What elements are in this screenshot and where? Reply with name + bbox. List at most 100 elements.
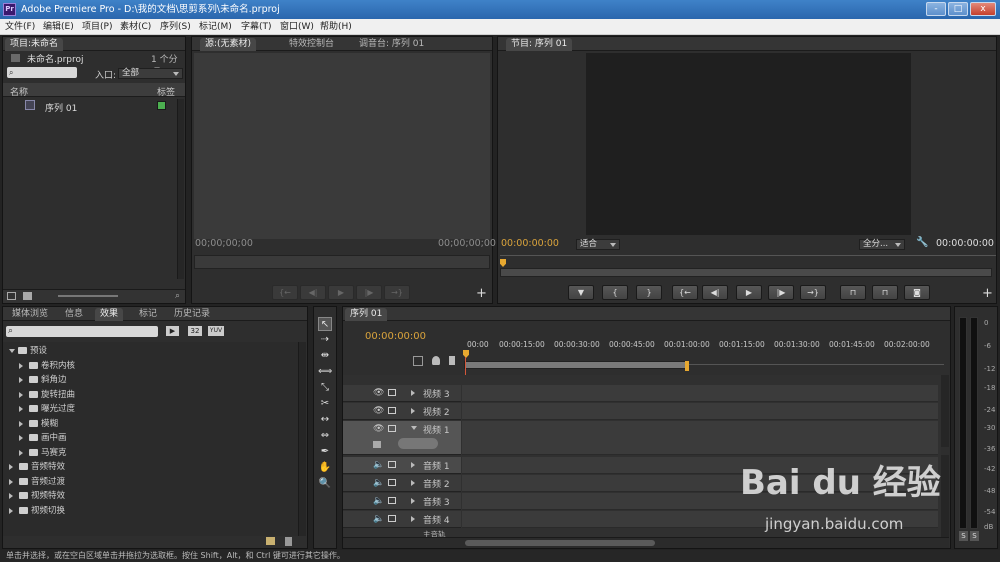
rolling-edit-tool-icon[interactable]: ⟺ (318, 365, 332, 379)
selection-tool-icon[interactable]: ↖ (318, 317, 332, 331)
go-to-out-button[interactable]: →} (800, 285, 826, 300)
solo-right-button[interactable]: S (970, 531, 979, 541)
mark-in-button[interactable]: { (602, 285, 628, 300)
tree-item-blur[interactable]: 模糊 (19, 417, 58, 431)
mark-out-button[interactable]: } (636, 285, 662, 300)
lift-button[interactable]: ⊓ (840, 285, 866, 300)
snap-icon[interactable] (413, 356, 423, 366)
lock-icon[interactable] (388, 425, 396, 432)
column-name[interactable]: 名称 (10, 85, 28, 98)
speaker-icon[interactable]: 🔈 (373, 460, 384, 470)
go-to-in-button[interactable]: {← (672, 285, 698, 300)
lock-icon[interactable] (388, 479, 396, 486)
rate-stretch-tool-icon[interactable]: ⤡ (318, 381, 332, 395)
export-frame-button[interactable]: ◙ (904, 285, 930, 300)
label-color-swatch[interactable] (157, 101, 166, 110)
keyframe-control[interactable] (398, 438, 438, 449)
icon-view-icon[interactable] (23, 292, 32, 300)
eye-icon[interactable]: 👁 (373, 388, 384, 398)
close-button[interactable]: x (970, 2, 996, 16)
program-zoom-bar[interactable] (500, 268, 992, 277)
eye-icon[interactable]: 👁 (373, 406, 384, 416)
pen-tool-icon[interactable]: ✒ (318, 445, 332, 459)
ripple-edit-tool-icon[interactable]: ⇹ (318, 349, 332, 363)
tab-media-browser[interactable]: 媒体浏览 (7, 308, 53, 321)
expand-icon[interactable] (411, 408, 418, 414)
timeline-zoom-scrollbar[interactable] (465, 540, 655, 546)
expand-icon[interactable] (411, 480, 418, 486)
slip-tool-icon[interactable]: ↔ (318, 413, 332, 427)
tab-history[interactable]: 历史记录 (169, 308, 215, 321)
tab-markers[interactable]: 标记 (134, 308, 162, 321)
minimize-button[interactable]: - (926, 2, 946, 16)
tree-folder-presets[interactable]: 预设 (9, 344, 47, 358)
program-timecode-right[interactable]: 00:00:00:00 (936, 238, 994, 249)
menu-window[interactable]: 窗口(W) (280, 19, 314, 35)
entry-dropdown[interactable]: 全部 (118, 68, 183, 79)
tree-item-bevel[interactable]: 斜角边 (19, 373, 67, 387)
program-playhead[interactable] (500, 259, 506, 267)
menu-clip[interactable]: 素材(C) (120, 19, 151, 35)
tab-info[interactable]: 信息 (60, 308, 88, 321)
hand-tool-icon[interactable]: ✋ (318, 461, 332, 475)
track-lane-video3[interactable] (462, 385, 938, 402)
tree-item-solarize[interactable]: 曝光过度 (19, 402, 75, 416)
wrench-icon[interactable]: 🔧 (916, 237, 928, 248)
add-marker-icon[interactable] (432, 356, 440, 365)
lock-icon[interactable] (388, 407, 396, 414)
track-lane-video1[interactable] (462, 421, 938, 455)
tab-sequence[interactable]: 序列 01 (345, 308, 388, 321)
source-timecode-right[interactable]: 00;00;00;00 (438, 238, 496, 249)
tab-effects[interactable]: 效果 (95, 308, 124, 321)
resolution-dropdown[interactable]: 全分... (859, 239, 905, 250)
source-add-button[interactable]: + (476, 286, 487, 301)
tab-program[interactable]: 节目: 序列 01 (506, 38, 573, 51)
effects-search-input[interactable]: ⌕ (6, 326, 158, 337)
eye-icon[interactable]: 👁 (373, 424, 384, 434)
speaker-icon[interactable]: 🔈 (373, 514, 384, 524)
accelerated-icon[interactable]: ▶ (166, 326, 179, 336)
menu-marker[interactable]: 标记(M) (199, 19, 232, 35)
delete-icon[interactable] (285, 537, 292, 546)
column-label[interactable]: 标签 (157, 85, 175, 98)
step-back-button[interactable]: ◀| (702, 285, 728, 300)
slide-tool-icon[interactable]: ⇔ (318, 429, 332, 443)
menu-title[interactable]: 字幕(T) (241, 19, 272, 35)
yuv-badge[interactable]: YUV (208, 326, 224, 336)
tree-item-mosaic[interactable]: 马赛克 (19, 446, 67, 460)
extract-button[interactable]: ⊓ (872, 285, 898, 300)
tree-item-twirl[interactable]: 旋转扭曲 (19, 388, 75, 402)
lock-icon[interactable] (388, 515, 396, 522)
program-timecode-left[interactable]: 00:00:00:00 (501, 238, 559, 249)
menu-edit[interactable]: 编辑(E) (43, 19, 74, 35)
timeline-timecode[interactable]: 00:00:00:00 (365, 331, 426, 342)
expand-icon[interactable] (411, 390, 418, 396)
project-scrollbar[interactable] (177, 99, 184, 279)
source-timecode-left[interactable]: 00;00;00;00 (195, 238, 253, 249)
menu-project[interactable]: 项目(P) (82, 19, 112, 35)
speaker-icon[interactable]: 🔈 (373, 478, 384, 488)
expand-icon[interactable] (411, 498, 418, 504)
track-lane-video2[interactable] (462, 403, 938, 420)
program-add-button[interactable]: + (982, 286, 993, 301)
lock-icon[interactable] (388, 461, 396, 468)
track-select-tool-icon[interactable]: ⇢ (318, 333, 332, 347)
marker-button[interactable]: ▼ (568, 285, 594, 300)
tab-effect-controls[interactable]: 特效控制台 (284, 38, 339, 51)
32bit-badge[interactable]: 32 (188, 326, 202, 336)
source-scrubber[interactable] (194, 255, 490, 269)
project-item-name[interactable]: 序列 01 (45, 101, 77, 114)
new-bin-icon[interactable] (266, 537, 275, 545)
menu-file[interactable]: 文件(F) (5, 19, 35, 35)
tree-item-pip[interactable]: 画中画 (19, 431, 67, 445)
tab-project[interactable]: 项目:未命名 (5, 38, 64, 51)
maximize-button[interactable]: □ (948, 2, 968, 16)
zoom-tool-icon[interactable]: 🔍 (318, 477, 332, 491)
search-input[interactable]: ⌕ (7, 67, 77, 78)
step-forward-button[interactable]: |▶ (768, 285, 794, 300)
find-icon[interactable]: ⌕ (175, 291, 180, 301)
solo-left-button[interactable]: S (959, 531, 968, 541)
tree-folder-video-effects[interactable]: 视频特效 (9, 489, 65, 503)
menu-help[interactable]: 帮助(H) (320, 19, 352, 35)
fit-dropdown[interactable]: 适合 (576, 239, 620, 250)
